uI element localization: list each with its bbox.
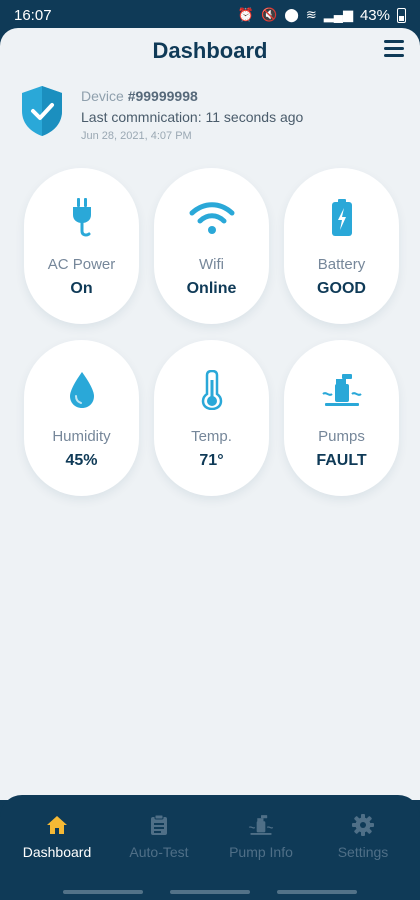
nav-label: Auto-Test	[129, 844, 189, 860]
device-id: #99999998	[127, 88, 198, 104]
nav-pump-info[interactable]: Pump Info	[214, 813, 309, 860]
device-timestamp: Jun 28, 2021, 4:07 PM	[81, 130, 192, 142]
tile-label: AC Power	[47, 256, 116, 273]
tile-humidity[interactable]: Humidity 45%	[24, 340, 139, 496]
home-icon	[47, 816, 67, 834]
bottom-nav: Dashboard Auto-Test Pump Info Settings	[0, 795, 420, 900]
tile-ac-power[interactable]: AC Power On	[24, 168, 139, 324]
last-communication: Last commnication: 11 seconds ago	[81, 109, 304, 125]
wifi-status-icon: ≋	[305, 7, 317, 22]
nav-label: Pump Info	[229, 844, 293, 860]
menu-button[interactable]	[384, 40, 404, 58]
tile-label: Humidity	[52, 428, 111, 445]
clipboard-icon	[151, 814, 167, 835]
device-info: Device #99999998 Last commnication: 11 s…	[81, 88, 303, 142]
header: Dashboard	[0, 28, 420, 74]
water-drop-icon	[69, 372, 94, 408]
tile-value: On	[70, 280, 93, 297]
pump-icon	[248, 815, 274, 835]
gear-icon	[352, 814, 374, 836]
nav-label: Dashboard	[22, 844, 92, 860]
battery-status-icon	[397, 7, 406, 23]
alarm-icon: ⏰	[237, 7, 255, 22]
tile-label: Wifi	[199, 256, 224, 273]
location-icon: ⬤	[284, 7, 299, 22]
wifi-icon	[189, 202, 234, 234]
status-bar: 16:07 ⏰ 🔇 ⬤ ≋ ▂▄▆ 43%	[0, 0, 420, 30]
tile-label: Pumps	[318, 428, 365, 445]
signal-icon: ▂▄▆	[323, 7, 353, 22]
nav-dashboard[interactable]: Dashboard	[10, 813, 105, 860]
page-title: Dashboard	[152, 38, 268, 63]
tile-value: GOOD	[317, 280, 366, 297]
battery-icon	[331, 199, 352, 236]
nav-label: Settings	[337, 844, 389, 860]
shield-check-icon	[22, 86, 62, 136]
tile-value: Online	[186, 280, 237, 297]
thermometer-icon	[201, 370, 222, 410]
tile-label: Battery	[317, 256, 366, 273]
dashboard-screen: Dashboard Device #99999998 Last commnica…	[0, 28, 420, 800]
device-card: Device #99999998 Last commnication: 11 s…	[0, 74, 420, 174]
tile-value: 45%	[65, 452, 98, 469]
device-label: Device	[81, 88, 124, 104]
battery-percent: 43%	[359, 6, 390, 24]
mute-icon: 🔇	[261, 7, 278, 22]
tile-wifi[interactable]: Wifi Online	[154, 168, 269, 324]
status-icons: ⏰ 🔇 ⬤ ≋ ▂▄▆ 43%	[238, 7, 406, 24]
status-tiles: AC Power On Wifi Online Battery GOOD Hum…	[24, 168, 399, 496]
tile-value: 71°	[199, 452, 224, 469]
plug-icon	[72, 198, 91, 237]
system-gesture-bar	[0, 890, 420, 894]
nav-auto-test[interactable]: Auto-Test	[112, 813, 207, 860]
nav-settings[interactable]: Settings	[316, 813, 411, 860]
pump-icon	[321, 374, 362, 406]
tile-battery[interactable]: Battery GOOD	[284, 168, 399, 324]
tile-pumps[interactable]: Pumps FAULT	[284, 340, 399, 496]
status-time: 16:07	[14, 6, 52, 24]
tile-value: FAULT	[316, 452, 367, 469]
tile-temperature[interactable]: Temp. 71°	[154, 340, 269, 496]
device-id-line: Device #99999998	[81, 88, 303, 104]
tile-label: Temp.	[191, 428, 232, 445]
